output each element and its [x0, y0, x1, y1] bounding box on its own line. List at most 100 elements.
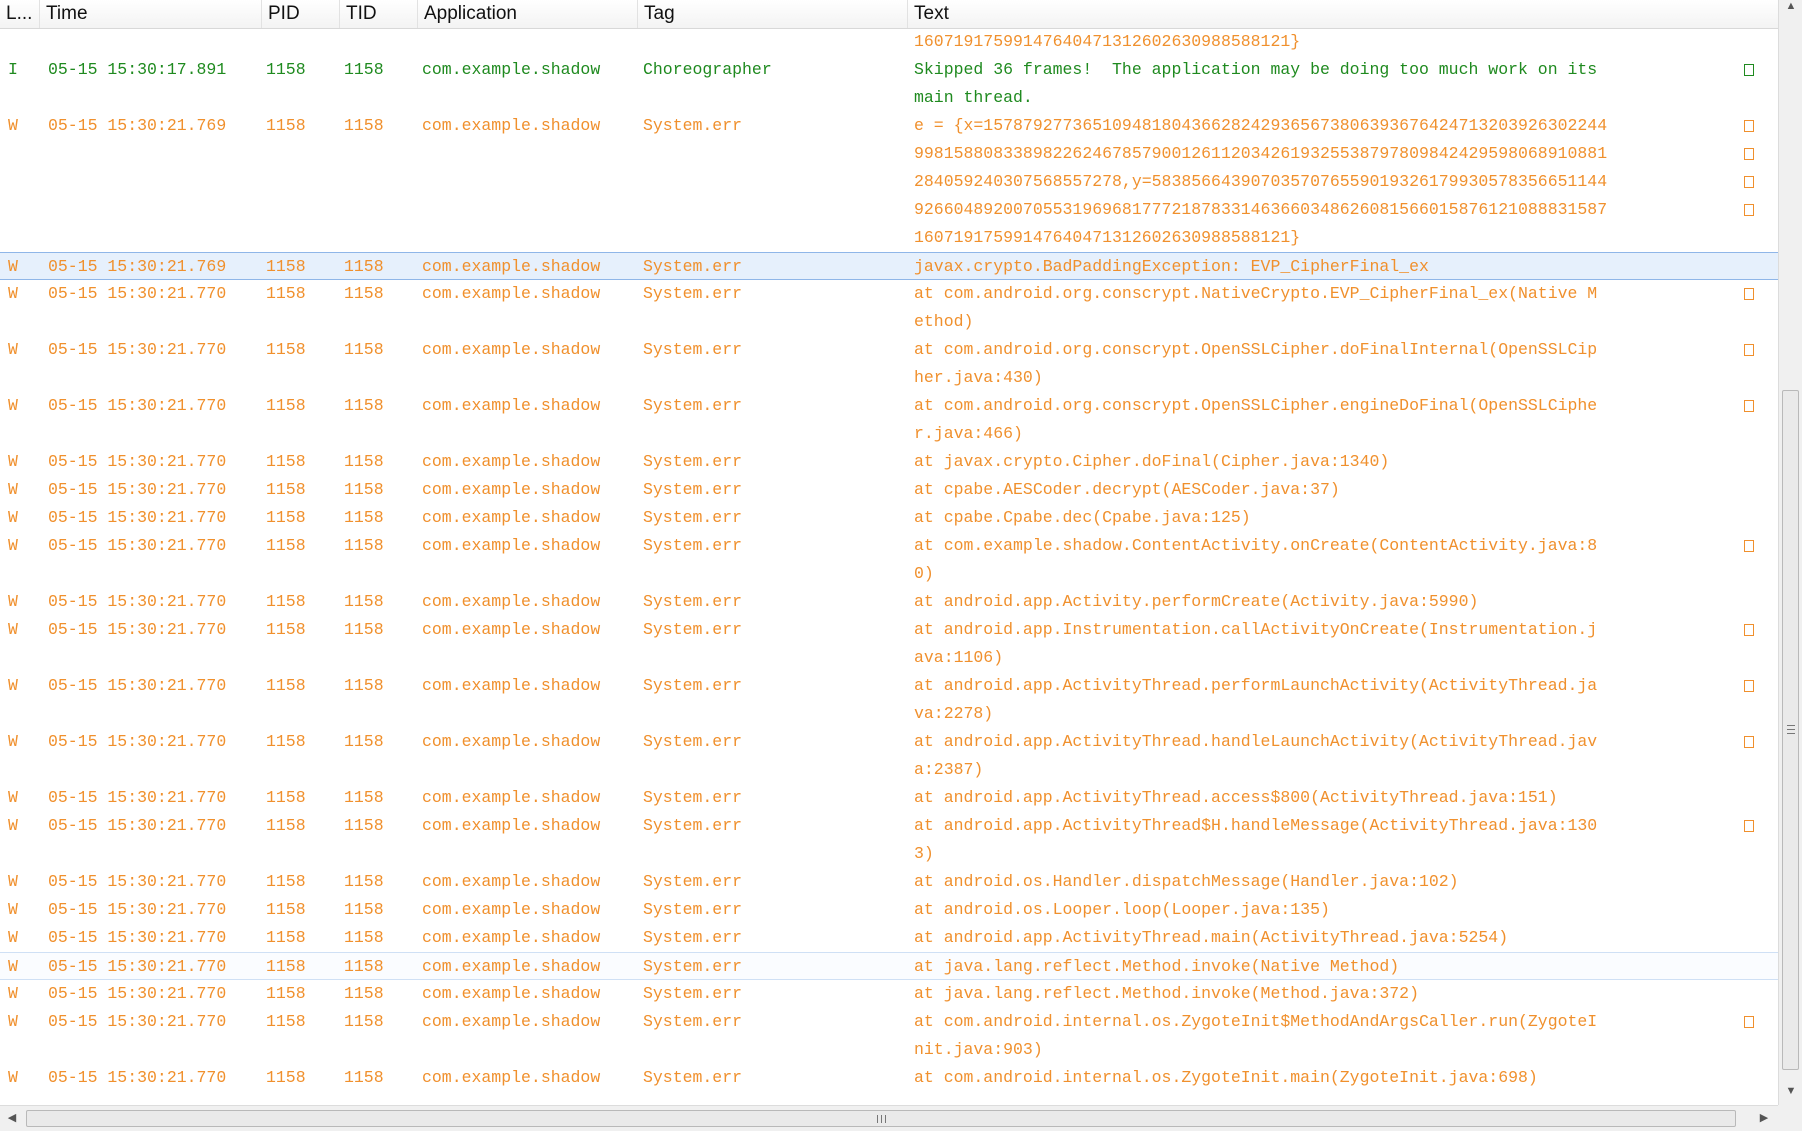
- log-text-line: 0): [914, 564, 934, 583]
- log-tid: 1158: [344, 480, 384, 499]
- scroll-up-arrow-icon[interactable]: ▲: [1779, 0, 1802, 12]
- log-time: 05-15 15:30:21.770: [48, 592, 227, 611]
- log-pid: 1158: [266, 732, 306, 751]
- log-tag: System.err: [643, 396, 743, 415]
- wrap-indicator-icon: [1744, 120, 1754, 132]
- thumb-grip: [877, 1115, 878, 1123]
- log-tid: 1158: [344, 1012, 384, 1031]
- log-text: at android.app.ActivityThread$H.handleMe…: [914, 812, 1700, 868]
- log-row[interactable]: W 05-15 15:30:21.770 1158 1158 com.example.s…: [0, 672, 1778, 728]
- log-row[interactable]: W 05-15 15:30:21.770 1158 1158 com.example.s…: [0, 336, 1778, 392]
- log-row[interactable]: W 05-15 15:30:21.770 1158 1158 com.example.s…: [0, 980, 1778, 1008]
- log-text: e = {x=157879277365109481804366282429365…: [914, 112, 1700, 252]
- thumb-grip: [1787, 729, 1795, 730]
- log-pid: 1158: [266, 816, 306, 835]
- scroll-left-arrow-icon[interactable]: ◀: [0, 1111, 24, 1124]
- log-row[interactable]: W 05-15 15:30:21.770 1158 1158 com.example.s…: [0, 868, 1778, 896]
- thumb-grip: [885, 1115, 886, 1123]
- log-level: W: [8, 900, 18, 919]
- log-row[interactable]: W 05-15 15:30:21.770 1158 1158 com.example.s…: [0, 812, 1778, 868]
- column-header-application[interactable]: Application: [418, 0, 638, 28]
- log-time: 05-15 15:30:21.770: [48, 508, 227, 527]
- log-level: W: [8, 957, 18, 976]
- log-row[interactable]: W 05-15 15:30:21.769 1158 1158 com.example.s…: [0, 112, 1778, 252]
- log-row[interactable]: W 05-15 15:30:21.769 1158 1158 com.example.s…: [0, 252, 1778, 280]
- log-row[interactable]: W 05-15 15:30:21.770 1158 1158 com.example.s…: [0, 728, 1778, 784]
- column-header-tag[interactable]: Tag: [638, 0, 908, 28]
- log-row[interactable]: W 05-15 15:30:21.770 1158 1158 com.example.s…: [0, 280, 1778, 336]
- log-text: at android.os.Looper.loop(Looper.java:13…: [914, 896, 1700, 924]
- log-text: at android.app.ActivityThread.handleLaun…: [914, 728, 1700, 784]
- column-header-pid[interactable]: PID: [262, 0, 340, 28]
- log-text-line: ethod): [914, 312, 974, 331]
- log-tid: 1158: [344, 732, 384, 751]
- log-time: 05-15 15:30:21.770: [48, 620, 227, 639]
- log-row[interactable]: W 05-15 15:30:21.770 1158 1158 com.example.s…: [0, 448, 1778, 476]
- horizontal-scroll-thumb[interactable]: [26, 1110, 1736, 1127]
- log-level: W: [8, 480, 18, 499]
- log-row[interactable]: W 05-15 15:30:21.770 1158 1158 com.example.s…: [0, 504, 1778, 532]
- log-level: W: [8, 284, 18, 303]
- log-tag: System.err: [643, 284, 743, 303]
- log-row[interactable]: W 05-15 15:30:21.770 1158 1158 com.example.s…: [0, 1064, 1778, 1092]
- log-tid: 1158: [344, 900, 384, 919]
- log-tid: 1158: [344, 284, 384, 303]
- log-application: com.example.shadow: [422, 816, 601, 835]
- log-row[interactable]: W 05-15 15:30:21.770 1158 1158 com.example.s…: [0, 616, 1778, 672]
- log-pid: 1158: [266, 340, 306, 359]
- log-pid: 1158: [266, 957, 306, 976]
- scrollbar-corner: [1778, 1105, 1802, 1131]
- log-application: com.example.shadow: [422, 536, 601, 555]
- log-text: at javax.crypto.Cipher.doFinal(Cipher.ja…: [914, 448, 1700, 476]
- log-tid: 1158: [344, 928, 384, 947]
- log-text: at cpabe.Cpabe.dec(Cpabe.java:125): [914, 504, 1700, 532]
- log-tid: 1158: [344, 957, 384, 976]
- log-time: 05-15 15:30:21.770: [48, 928, 227, 947]
- log-application: com.example.shadow: [422, 508, 601, 527]
- log-level: W: [8, 452, 18, 471]
- log-row[interactable]: W 05-15 15:30:21.770 1158 1158 com.example.s…: [0, 952, 1778, 980]
- log-row[interactable]: W 05-15 15:30:21.770 1158 1158 com.example.s…: [0, 784, 1778, 812]
- log-row[interactable]: W 05-15 15:30:21.770 1158 1158 com.example.s…: [0, 1008, 1778, 1064]
- log-time: 05-15 15:30:21.770: [48, 872, 227, 891]
- log-time: 05-15 15:30:21.769: [48, 257, 227, 276]
- column-header-tid[interactable]: TID: [340, 0, 418, 28]
- log-tag: System.err: [643, 508, 743, 527]
- log-application: com.example.shadow: [422, 1068, 601, 1087]
- log-pid: 1158: [266, 116, 306, 135]
- vertical-scrollbar[interactable]: ▲ ▼: [1778, 0, 1802, 1105]
- log-row[interactable]: W 05-15 15:30:21.770 1158 1158 com.example.s…: [0, 896, 1778, 924]
- logcat-message-list[interactable]: 1607191759914764047131260263098858812​1}…: [0, 28, 1778, 1105]
- wrap-indicator-icon: [1744, 176, 1754, 188]
- log-text-line: va:2278): [914, 704, 994, 723]
- log-row[interactable]: I 05-15 15:30:17.891 1158 1158 com.example.s…: [0, 56, 1778, 112]
- log-row[interactable]: W 05-15 15:30:21.770 1158 1158 com.example.s…: [0, 532, 1778, 588]
- column-header-text[interactable]: Text: [908, 0, 1778, 28]
- vertical-scroll-thumb[interactable]: [1782, 390, 1799, 1070]
- log-time: 05-15 15:30:21.770: [48, 480, 227, 499]
- log-tid: 1158: [344, 984, 384, 1003]
- log-pid: 1158: [266, 60, 306, 79]
- column-header-level[interactable]: L...: [0, 0, 40, 28]
- log-row[interactable]: 1607191759914764047131260263098858812​1}: [0, 28, 1778, 56]
- log-time: 05-15 15:30:21.770: [48, 1012, 227, 1031]
- log-row[interactable]: W 05-15 15:30:21.770 1158 1158 com.example.s…: [0, 476, 1778, 504]
- log-tag: System.err: [643, 788, 743, 807]
- horizontal-scrollbar[interactable]: ◀ ▶: [0, 1105, 1778, 1131]
- log-tag: System.err: [643, 257, 743, 276]
- column-header-time[interactable]: Time: [40, 0, 262, 28]
- log-text-line: 9266048920070553196968177721878331463660…: [914, 200, 1608, 219]
- log-text-line: at com.android.org.conscrypt.NativeCrypt…: [914, 284, 1598, 303]
- log-row[interactable]: W 05-15 15:30:21.770 1158 1158 com.example.s…: [0, 392, 1778, 448]
- wrap-indicator-icon: [1744, 624, 1754, 636]
- log-pid: 1158: [266, 872, 306, 891]
- scroll-down-arrow-icon[interactable]: ▼: [1779, 1085, 1802, 1097]
- log-pid: 1158: [266, 984, 306, 1003]
- log-text-line: 1607191759914764047131260263098858812​1}: [914, 32, 1301, 51]
- log-pid: 1158: [266, 1012, 306, 1031]
- log-row[interactable]: W 05-15 15:30:21.770 1158 1158 com.example.s…: [0, 588, 1778, 616]
- log-text-line: at android.app.ActivityThread.main(Activ…: [914, 928, 1509, 947]
- scroll-right-arrow-icon[interactable]: ▶: [1752, 1111, 1776, 1124]
- log-application: com.example.shadow: [422, 116, 601, 135]
- log-row[interactable]: W 05-15 15:30:21.770 1158 1158 com.example.s…: [0, 924, 1778, 952]
